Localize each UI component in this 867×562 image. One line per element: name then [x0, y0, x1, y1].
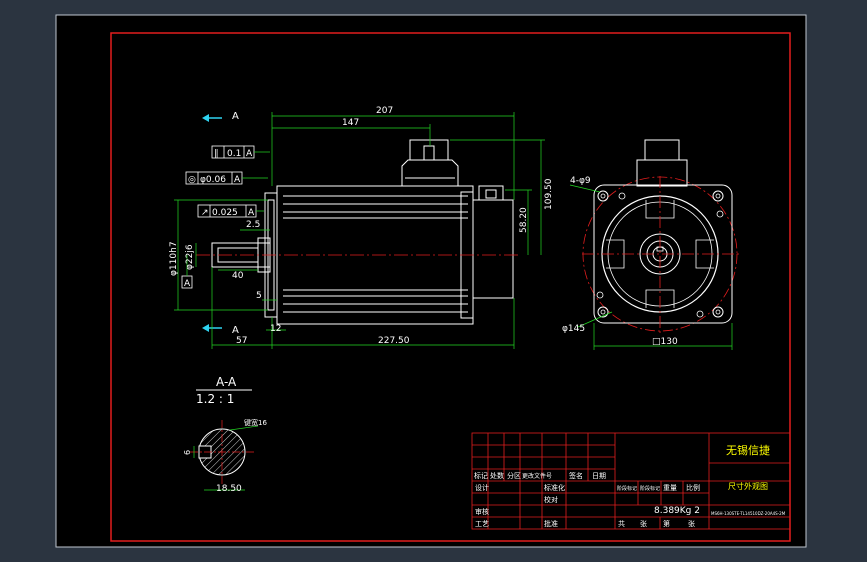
cad-drawing-canvas: A A ∥ 0.1 A ◎ φ0.06 A ↗ 0.025 A A 207 14… [55, 14, 807, 548]
dim-length-with-shaft: 227.50 [378, 336, 410, 346]
section-key-width: 6 [183, 450, 192, 455]
tb-row-2: 工艺 [475, 520, 489, 528]
dim-key-length: 40 [232, 271, 244, 281]
dim-flange-thickness: 12 [270, 324, 281, 334]
dim-pcd: φ145 [562, 324, 585, 334]
tb-row-1: 审核 [475, 507, 489, 516]
tb-stage-3: 比例 [686, 483, 700, 492]
tb-sheet-3: 张 [688, 519, 695, 528]
tb-col-5: 日期 [592, 472, 606, 480]
tb-stage-2: 重量 [663, 484, 677, 492]
section-label-top: A [232, 111, 239, 122]
tb-drawing-name: 尺寸外观图 [728, 481, 768, 491]
tb-weight: 8.389Kg 2 [654, 506, 700, 516]
section-note: 键宽16 [244, 418, 267, 427]
dim-flange-offset: 5 [256, 291, 262, 301]
drawing-sheet [55, 14, 807, 548]
datum-label: A [184, 279, 191, 289]
dim-shaft-length: 57 [236, 336, 247, 346]
section-scale: 1.2 : 1 [196, 392, 234, 406]
tb-stage-0: 阶段标记 [617, 485, 637, 492]
runout-datum: A [248, 208, 255, 218]
dim-total-height: 109.50 [544, 178, 554, 210]
dim-connector-height: 58.20 [519, 207, 529, 233]
tb-row-3: 标准化 [544, 483, 565, 492]
dim-body-length: 147 [342, 118, 359, 128]
concentric-datum: A [234, 175, 241, 185]
tb-col-2: 分区 [507, 471, 521, 480]
concentric-value: φ0.06 [200, 175, 226, 185]
tb-part-number: MS6H-130STE-TL14510DZ-20A4S-2M [711, 511, 786, 516]
tb-stage-1: 阶段标记 [640, 485, 660, 492]
tb-sheet-0: 共 [618, 519, 625, 528]
tb-row-0: 设计 [475, 483, 489, 492]
tb-sheet-2: 第 [663, 519, 670, 528]
dim-overall-length: 207 [376, 106, 393, 116]
section-label-bottom: A [232, 325, 239, 336]
tb-row-4: 批准 [544, 519, 558, 528]
section-title: A-A [216, 375, 237, 389]
parallel-value: 0.1 [227, 149, 241, 159]
section-key-depth: 18.50 [216, 484, 242, 494]
runout-value: 0.025 [212, 208, 238, 218]
tb-col-0: 标记 [474, 471, 488, 480]
runout-symbol-icon: ↗ [201, 208, 209, 218]
dim-shaft-step: 2.5 [246, 220, 260, 230]
tb-row-5: 校对 [544, 495, 558, 504]
concentric-symbol-icon: ◎ [188, 175, 196, 185]
tb-company: 无锡信捷 [726, 443, 770, 457]
tb-col-4: 签名 [569, 471, 583, 480]
tb-col-3: 更改文件号 [522, 472, 552, 480]
dim-pilot-diameter: φ110h7 [169, 241, 179, 276]
dim-bolt-holes: 4-φ9 [570, 176, 591, 186]
parallel-datum: A [246, 149, 253, 159]
dim-shaft-diameter: φ22j6 [185, 244, 195, 270]
tb-col-1: 处数 [490, 471, 504, 480]
parallel-symbol-icon: ∥ [214, 149, 219, 159]
tb-sheet-1: 张 [640, 519, 647, 528]
dim-flange-square: □130 [652, 337, 678, 347]
